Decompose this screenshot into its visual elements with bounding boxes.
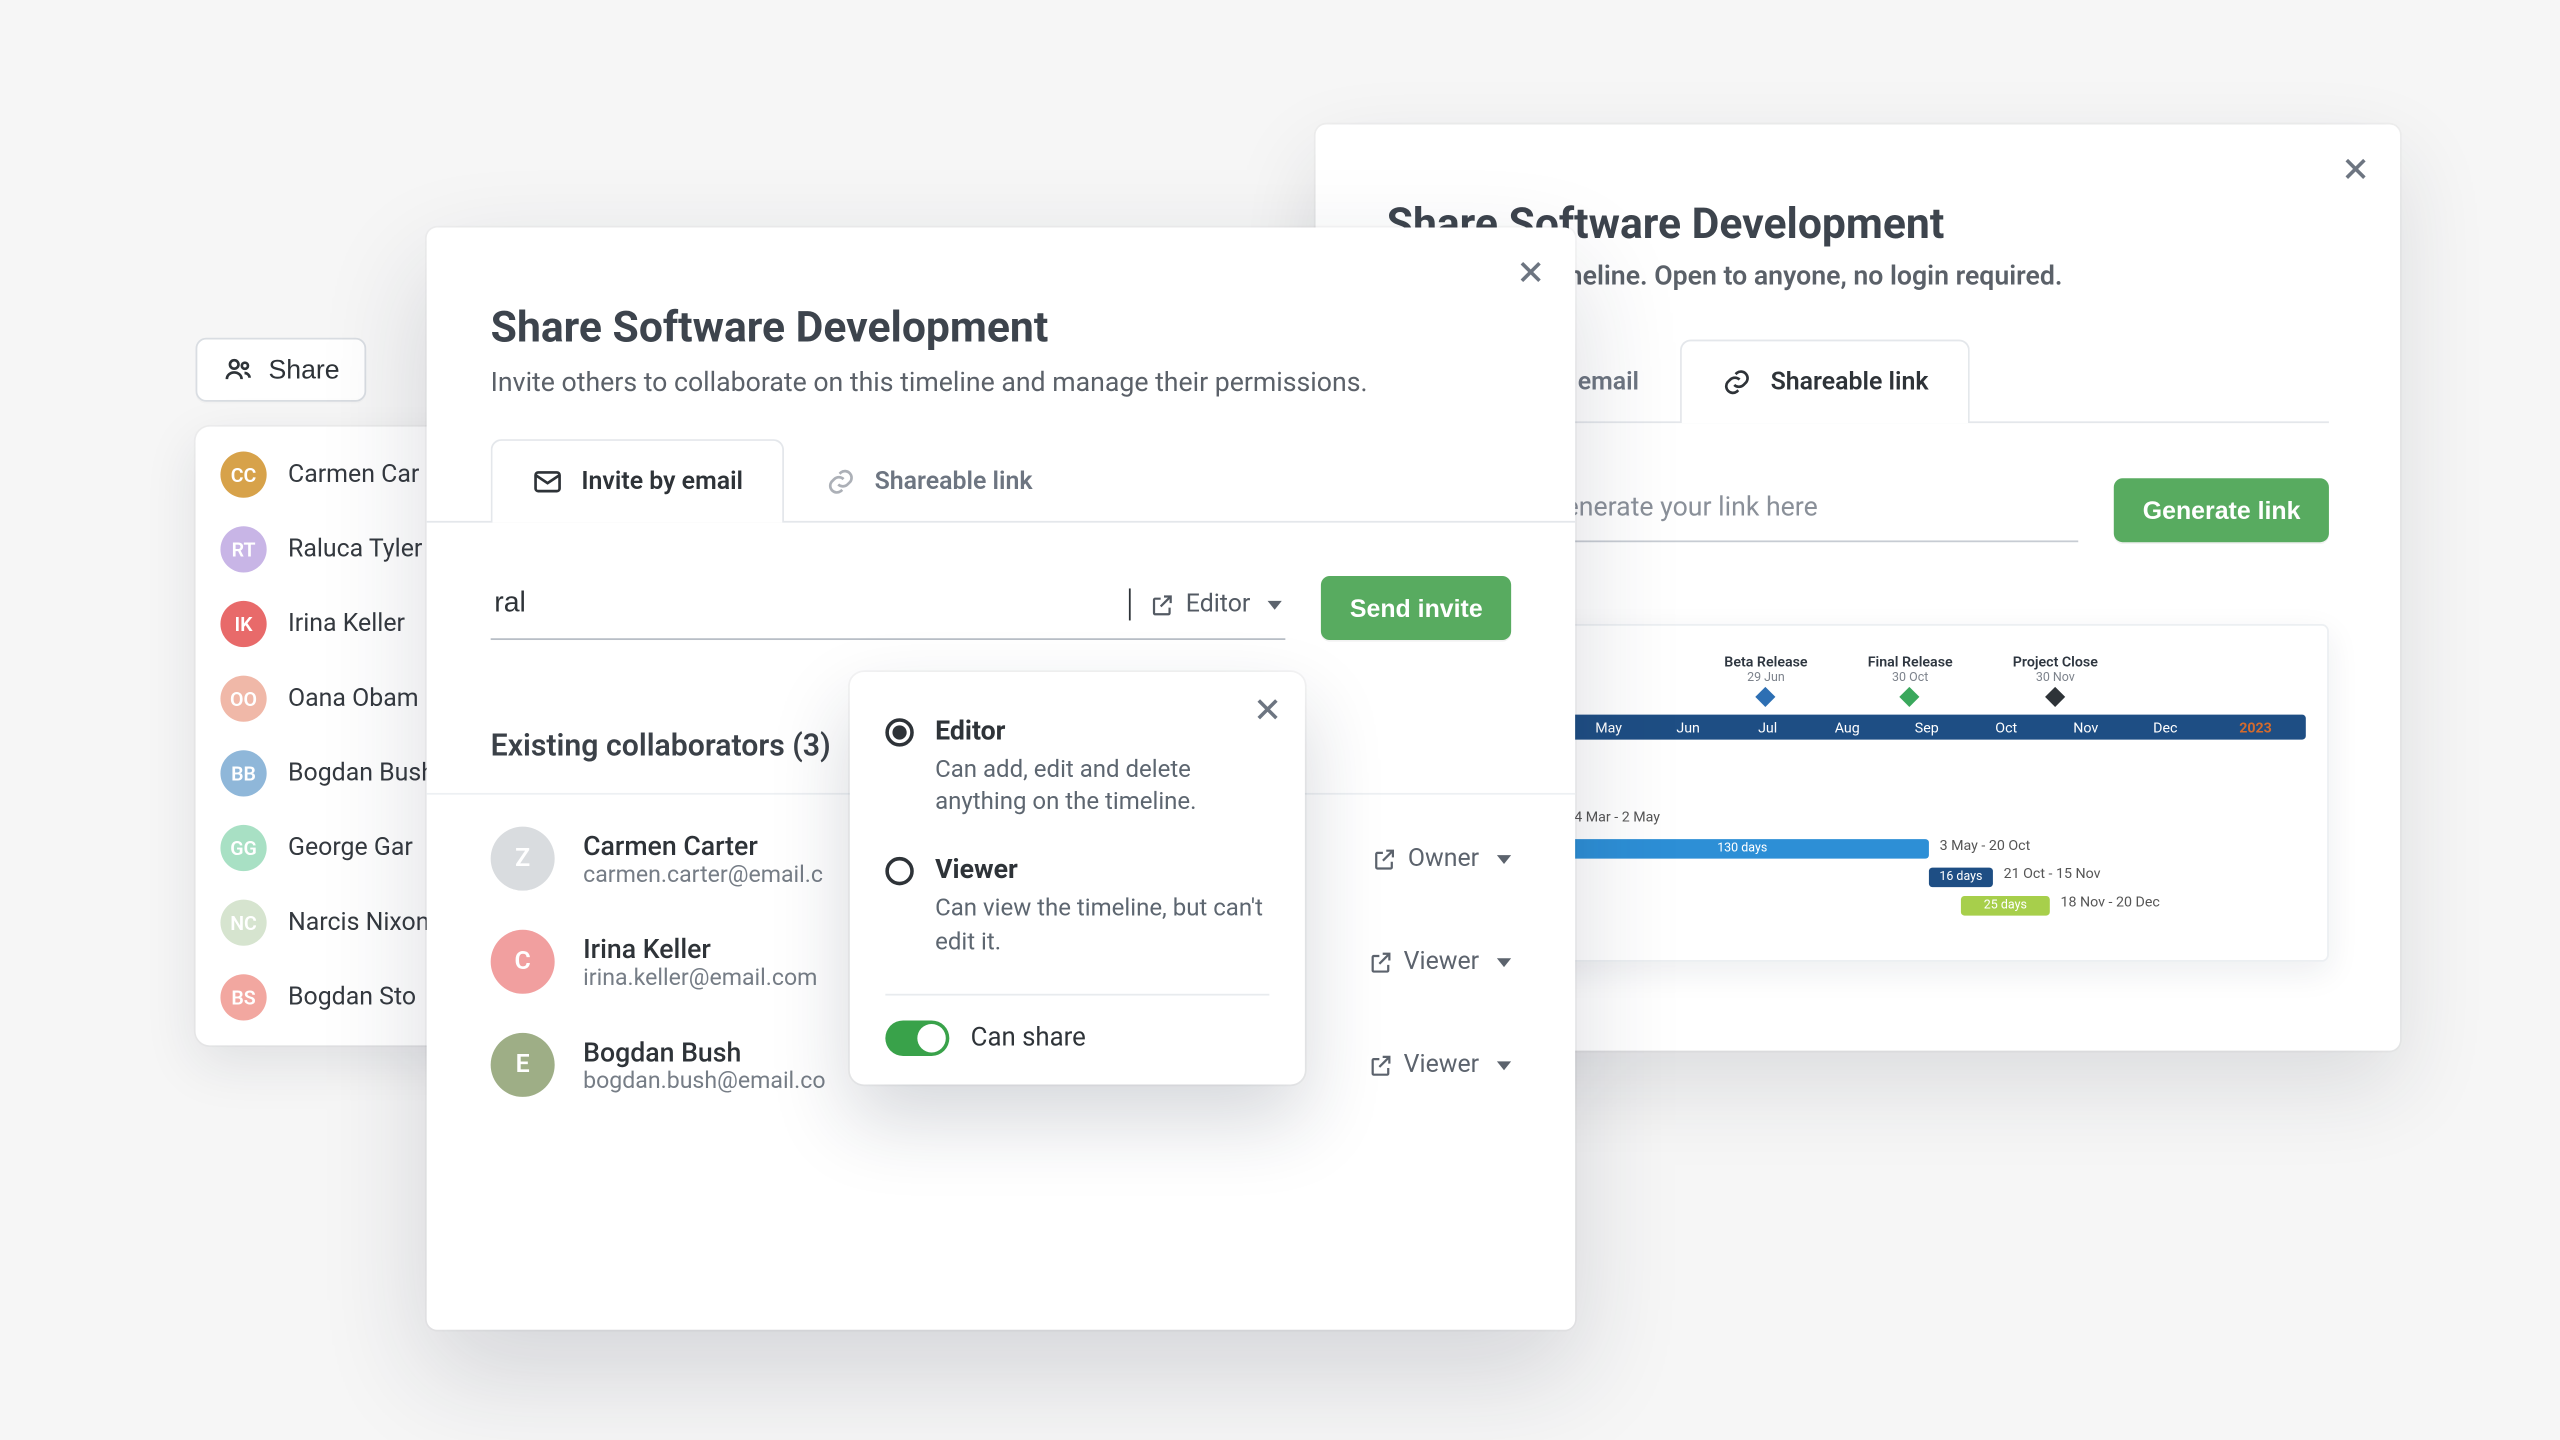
- external-link-icon: [1371, 845, 1398, 872]
- external-link-icon: [1366, 1052, 1393, 1079]
- external-link-icon: [1366, 948, 1393, 975]
- tab-invite-by-email[interactable]: Invite by email: [491, 439, 784, 523]
- avatar: IK: [220, 601, 266, 647]
- dialog-title: Share Software Development: [427, 228, 1575, 367]
- tab-shareable-link[interactable]: Shareable link: [1680, 340, 1970, 424]
- user-name: Bogdan Sto: [288, 983, 416, 1011]
- milestone: Final Release30 Oct: [1868, 654, 1953, 704]
- avatar: E: [491, 1033, 555, 1097]
- user-name: Narcis Nixon: [288, 908, 429, 936]
- avatar: CC: [220, 452, 266, 498]
- chevron-down-icon: [1497, 1060, 1511, 1069]
- can-share-label: Can share: [971, 1023, 1086, 1053]
- gantt-bar: 130 days: [1556, 839, 1929, 859]
- text-cursor: [1129, 588, 1131, 620]
- dialog-subtitle: Invite others to collaborate on this tim…: [427, 366, 1575, 398]
- can-share-toggle[interactable]: [885, 1020, 949, 1056]
- user-name: Bogdan Bush: [288, 759, 435, 787]
- close-icon[interactable]: [2336, 149, 2375, 188]
- milestone: Beta Release29 Jun: [1724, 654, 1807, 704]
- email-input-wrapper: Editor: [491, 578, 1286, 640]
- mail-icon: [532, 466, 564, 498]
- avatar: GG: [220, 825, 266, 871]
- dialog-tabs: Invite by email Shareable link: [427, 437, 1575, 522]
- permission-desc: Can add, edit and delete anything on the…: [935, 754, 1269, 819]
- share-button-label: Share: [268, 355, 339, 385]
- permission-title: Viewer: [935, 854, 1269, 886]
- user-name: Carmen Car: [288, 460, 419, 488]
- user-name: George Gar: [288, 834, 413, 862]
- avatar: C: [491, 930, 555, 994]
- gantt-bar: 16 days: [1929, 868, 1993, 888]
- permission-title: Editor: [935, 715, 1269, 747]
- user-name: Oana Obam: [288, 684, 419, 712]
- link-icon: [1721, 366, 1753, 398]
- role-picker[interactable]: Editor: [1148, 590, 1282, 618]
- people-icon: [222, 354, 254, 386]
- chevron-down-icon: [1497, 957, 1511, 966]
- avatar: BS: [220, 974, 266, 1020]
- permission-picker[interactable]: Viewer: [1366, 1051, 1511, 1079]
- generate-link-button[interactable]: Generate link: [2114, 478, 2329, 542]
- tab-shareable-link[interactable]: Shareable link: [784, 439, 1074, 523]
- close-icon[interactable]: [1248, 690, 1287, 729]
- avatar: NC: [220, 900, 266, 946]
- permission-popover: Editor Can add, edit and delete anything…: [850, 672, 1305, 1084]
- user-name: Raluca Tyler: [288, 535, 422, 563]
- external-link-icon: [1148, 591, 1175, 618]
- email-input[interactable]: [494, 588, 1109, 620]
- share-button[interactable]: Share: [196, 338, 367, 402]
- permission-desc: Can view the timeline, but can't edit it…: [935, 893, 1269, 958]
- permission-picker[interactable]: Viewer: [1366, 948, 1511, 976]
- chevron-down-icon: [1497, 854, 1511, 863]
- radio-icon: [885, 858, 913, 886]
- permission-option[interactable]: Editor Can add, edit and delete anything…: [885, 704, 1269, 843]
- avatar: BB: [220, 750, 266, 796]
- permission-picker[interactable]: Owner: [1371, 844, 1512, 872]
- milestone: Project Close30 Nov: [2013, 654, 2098, 704]
- gantt-bar: 25 days: [1961, 896, 2050, 916]
- user-name: Irina Keller: [288, 610, 405, 638]
- close-icon[interactable]: [1511, 252, 1550, 291]
- link-icon: [825, 466, 857, 498]
- avatar: RT: [220, 526, 266, 572]
- avatar: OO: [220, 676, 266, 722]
- radio-icon: [885, 718, 913, 746]
- chevron-down-icon: [1268, 600, 1282, 609]
- avatar: Z: [491, 827, 555, 891]
- permission-option[interactable]: Viewer Can view the timeline, but can't …: [885, 843, 1269, 982]
- send-invite-button[interactable]: Send invite: [1321, 576, 1511, 640]
